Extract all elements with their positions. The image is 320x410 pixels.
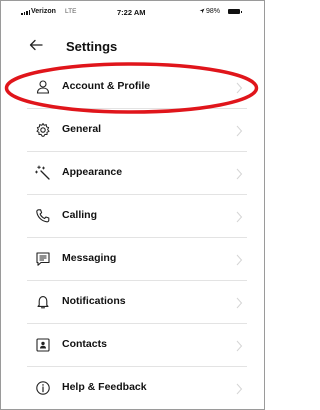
phone-icon: [35, 208, 51, 224]
settings-item-label: Messaging: [62, 252, 117, 264]
chevron-right-icon: [235, 253, 243, 266]
message-icon: [35, 251, 51, 267]
signal-strength-icon: [21, 10, 30, 15]
chevron-right-icon: [235, 296, 243, 309]
nav-header: Settings: [0, 32, 265, 62]
magic-wand-icon: [35, 165, 51, 181]
status-bar: Verizon LTE 7:22 AM 98%: [0, 0, 265, 26]
settings-item-contacts[interactable]: Contacts: [27, 324, 247, 367]
person-icon: [35, 79, 51, 95]
bell-icon: [35, 294, 51, 310]
settings-item-messaging[interactable]: Messaging: [27, 238, 247, 281]
settings-item-label: Calling: [62, 209, 98, 221]
chevron-right-icon: [235, 124, 243, 137]
settings-item-help-feedback[interactable]: Help & Feedback: [27, 367, 247, 409]
chevron-right-icon: [235, 210, 243, 223]
carrier-name: Verizon: [31, 8, 56, 15]
network-type: LTE: [65, 8, 77, 15]
settings-item-appearance[interactable]: Appearance: [27, 152, 247, 195]
chevron-right-icon: [235, 382, 243, 395]
settings-item-notifications[interactable]: Notifications: [27, 281, 247, 324]
page-title: Settings: [66, 39, 118, 54]
settings-list: Account & Profile General Appearance Cal…: [27, 66, 247, 409]
settings-item-label: Notifications: [62, 295, 126, 307]
back-button[interactable]: [29, 36, 49, 54]
settings-item-general[interactable]: General: [27, 109, 247, 152]
chevron-right-icon: [235, 167, 243, 180]
status-time: 7:22 AM: [117, 8, 146, 17]
location-arrow-icon: [199, 8, 205, 16]
arrow-left-icon: [29, 38, 43, 55]
battery-icon: [228, 9, 242, 14]
settings-item-label: General: [62, 123, 102, 135]
settings-item-label: Appearance: [62, 166, 123, 178]
gear-icon: [35, 122, 51, 138]
settings-item-label: Account & Profile: [62, 80, 151, 92]
info-icon: [35, 380, 51, 396]
settings-item-account-profile[interactable]: Account & Profile: [27, 66, 247, 109]
contact-card-icon: [35, 337, 51, 353]
chevron-right-icon: [235, 339, 243, 352]
settings-item-label: Contacts: [62, 338, 107, 350]
battery-percent: 98%: [206, 8, 221, 15]
chevron-right-icon: [235, 81, 243, 94]
settings-item-label: Help & Feedback: [62, 381, 147, 393]
settings-item-calling[interactable]: Calling: [27, 195, 247, 238]
